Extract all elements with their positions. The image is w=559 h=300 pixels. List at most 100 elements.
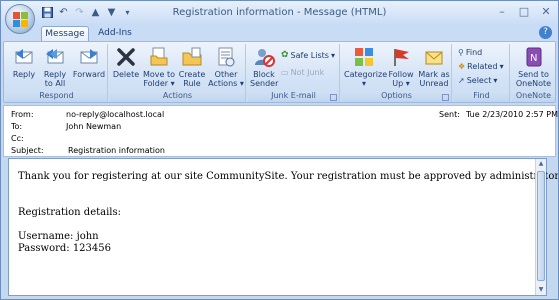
categorize-icon <box>353 46 375 68</box>
to-value[interactable]: John Newman <box>66 122 121 131</box>
message-body[interactable]: Thank you for registering at our site Co… <box>8 158 559 296</box>
not-junk-icon: ▭ <box>281 68 289 77</box>
reply-all-label-2: to All <box>44 79 66 88</box>
message-header: From: no-reply@localhost.local Sent: Tue… <box>3 105 558 157</box>
group-options: Categorize ▾ Follow Up ▾ Mark as Unread … <box>342 44 452 102</box>
from-value[interactable]: no-reply@localhost.local <box>66 110 164 119</box>
tab-message[interactable]: Message <box>41 26 89 41</box>
sent-label: Sent: <box>439 110 460 119</box>
group-junk-label: Junk E-mail <box>248 91 339 102</box>
create-rule-icon <box>181 46 203 68</box>
forward-icon <box>78 46 100 68</box>
safe-lists-icon: ✿ <box>281 50 289 60</box>
flag-icon <box>390 46 412 68</box>
office-logo-icon <box>13 12 28 27</box>
title-bar: ↶ ↷ ▲ ▼ ▾ Registration information - Mes… <box>1 1 558 34</box>
to-label: To: <box>11 122 23 131</box>
onenote-label-1: Send to <box>518 70 549 79</box>
select-cursor-icon: ➚ <box>458 76 465 85</box>
categorize-label: Categorize <box>344 70 388 79</box>
group-onenote-label: OneNote <box>512 91 555 102</box>
reply-button[interactable]: Reply <box>10 46 38 79</box>
scroll-thumb[interactable] <box>537 171 545 281</box>
subject-label: Subject: <box>11 146 44 155</box>
other-label-2: Actions ▾ <box>208 79 244 88</box>
body-line-username: Username: john <box>18 231 99 242</box>
find-button[interactable]: ⚲ Find <box>458 48 482 57</box>
reply-icon <box>13 46 35 68</box>
junk-dialog-launcher-icon[interactable] <box>330 94 337 101</box>
block-label-1: Block <box>253 70 275 79</box>
maximize-icon[interactable]: □ <box>518 5 530 18</box>
scroll-up-icon[interactable]: ▲ <box>536 159 546 169</box>
mark-unread-icon <box>423 46 445 68</box>
group-onenote: N Send to OneNote OneNote <box>512 44 555 102</box>
not-junk-button[interactable]: ▭ Not Junk <box>281 68 324 77</box>
related-button[interactable]: ❖ Related ▾ <box>458 62 504 71</box>
not-junk-label: Not Junk <box>290 68 325 77</box>
reply-all-button[interactable]: Reply to All <box>40 46 70 88</box>
group-junk-email: Block Sender ✿ Safe Lists ▾ ▭ Not Junk J… <box>248 44 340 102</box>
safe-lists-label: Safe Lists <box>290 50 329 60</box>
cc-label: Cc: <box>11 134 24 143</box>
follow-label-2: Up ▾ <box>392 79 410 88</box>
close-icon[interactable]: ✕ <box>540 5 552 18</box>
block-label-2: Sender <box>250 79 279 88</box>
ribbon: Reply Reply to All Forward Respond Delet… <box>3 41 556 103</box>
help-icon[interactable]: ? <box>539 26 552 39</box>
other-actions-button[interactable]: Other Actions ▾ <box>208 46 244 88</box>
options-dialog-launcher-icon[interactable] <box>442 94 449 101</box>
forward-label: Forward <box>72 70 106 79</box>
related-label: Related <box>467 62 498 71</box>
onenote-label-2: OneNote <box>515 79 552 88</box>
minimize-icon[interactable]: – <box>496 5 508 18</box>
reply-label: Reply <box>12 70 36 79</box>
binoculars-icon: ⚲ <box>458 48 464 57</box>
rule-label-2: Rule <box>183 79 201 88</box>
move-to-folder-icon <box>148 46 170 68</box>
from-row: From: no-reply@localhost.local Sent: Tue… <box>11 110 558 121</box>
group-actions-label: Actions <box>110 91 245 102</box>
body-line-thanks: Thank you for registering at our site Co… <box>18 171 559 182</box>
reply-all-icon <box>44 46 66 68</box>
forward-button[interactable]: Forward <box>72 46 106 79</box>
related-icon: ❖ <box>458 62 466 71</box>
window-title: Registration information - Message (HTML… <box>172 7 387 18</box>
group-options-label: Options <box>342 91 451 102</box>
select-label: Select <box>466 76 492 85</box>
onenote-icon: N <box>523 46 545 68</box>
scroll-down-icon[interactable]: ▼ <box>536 285 546 295</box>
move-to-folder-button[interactable]: Move to Folder ▾ <box>142 46 176 88</box>
window-controls: – □ ✕ <box>496 5 552 18</box>
block-sender-icon <box>253 46 275 68</box>
group-actions: Delete Move to Folder ▾ Create Rule Othe… <box>110 44 246 102</box>
outlook-message-window: ↶ ↷ ▲ ▼ ▾ Registration information - Mes… <box>0 0 559 300</box>
move-label-1: Move to <box>142 70 176 79</box>
categorize-button[interactable]: Categorize ▾ <box>344 46 388 88</box>
mark-label-1: Mark as <box>418 70 450 79</box>
delete-label: Delete <box>112 70 140 79</box>
find-label: Find <box>465 48 483 57</box>
select-button[interactable]: ➚ Select ▾ <box>458 76 497 85</box>
follow-up-button[interactable]: Follow Up ▾ <box>386 46 416 88</box>
body-line-password: Password: 123456 <box>18 243 111 254</box>
mark-as-unread-button[interactable]: Mark as Unread <box>418 46 450 88</box>
office-button[interactable] <box>5 4 35 34</box>
tab-add-ins[interactable]: Add-Ins <box>93 26 137 41</box>
vertical-scrollbar[interactable]: ▲ ▼ <box>535 159 546 295</box>
group-respond: Reply Reply to All Forward Respond <box>6 44 108 102</box>
body-line-details-heading: Registration details: <box>18 207 121 218</box>
rule-label-1: Create <box>178 70 206 79</box>
group-find: ⚲ Find ❖ Related ▾ ➚ Select ▾ Find <box>454 44 510 102</box>
subject-value: Registration information <box>68 146 165 155</box>
create-rule-button[interactable]: Create Rule <box>178 46 206 88</box>
safe-lists-button[interactable]: ✿ Safe Lists ▾ <box>281 50 335 60</box>
group-respond-label: Respond <box>6 91 107 102</box>
sent-value: Tue 2/23/2010 2:57 PM <box>466 110 559 119</box>
ribbon-tabs: Message Add-Ins ? <box>1 25 558 41</box>
delete-button[interactable]: Delete <box>112 46 140 79</box>
block-sender-button[interactable]: Block Sender <box>250 46 278 88</box>
send-to-onenote-button[interactable]: N Send to OneNote <box>514 46 553 88</box>
other-actions-icon <box>215 46 237 68</box>
from-label: From: <box>11 110 34 119</box>
